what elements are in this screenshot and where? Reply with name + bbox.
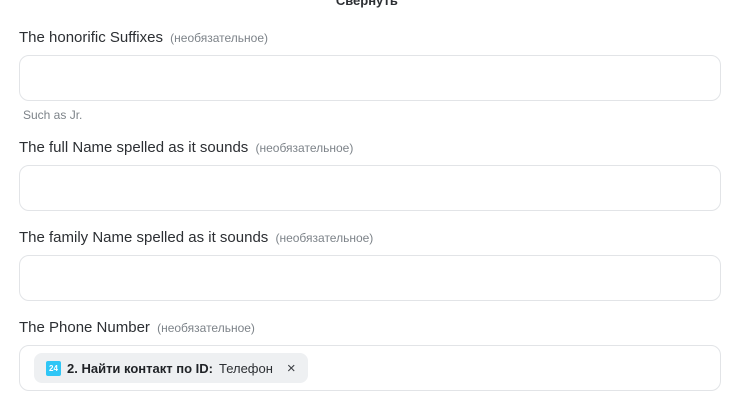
field-hint: Such as Jr. (23, 108, 83, 122)
field-label-text: The honorific Suffixes (19, 29, 163, 46)
close-icon[interactable]: × (287, 361, 296, 376)
optional-tag: (необязательное) (275, 231, 374, 245)
collapse-label[interactable]: Свернуть (336, 0, 398, 8)
chip-field-label: Телефон (218, 360, 273, 376)
full-name-phonetic-input[interactable] (19, 165, 721, 211)
honorific-suffixes-input[interactable] (19, 55, 721, 101)
chevron-up-icon[interactable]: ˆ (400, 0, 404, 8)
bitrix24-icon: 24 (46, 360, 61, 376)
optional-tag: (необязательное) (170, 31, 268, 45)
field-label-text: The full Name spelled as it sounds (19, 139, 249, 156)
phone-number-input[interactable]: 24 2. Найти контакт по ID: Телефон × (19, 345, 721, 391)
phone-number-label: The Phone Number (необязательное) (19, 319, 255, 336)
honorific-suffixes-label: The honorific Suffixes (необязательное) (19, 29, 268, 46)
chip-step-label: 2. Найти контакт по ID: (67, 360, 213, 376)
contact-form: Свернуть ˆ The honorific Suffixes (необяз… (0, 0, 752, 401)
collapse-link[interactable]: Свернуть ˆ (0, 0, 740, 8)
optional-tag: (необязательное) (157, 321, 255, 335)
mapped-value-chip[interactable]: 24 2. Найти контакт по ID: Телефон × (34, 353, 308, 383)
field-label-text: The Phone Number (19, 319, 150, 336)
family-name-phonetic-label: The family Name spelled as it sounds (не… (19, 229, 373, 246)
full-name-phonetic-label: The full Name spelled as it sounds (необ… (19, 139, 353, 156)
family-name-phonetic-input[interactable] (19, 255, 721, 301)
field-label-text: The family Name spelled as it sounds (19, 229, 269, 246)
optional-tag: (необязательное) (255, 141, 354, 155)
